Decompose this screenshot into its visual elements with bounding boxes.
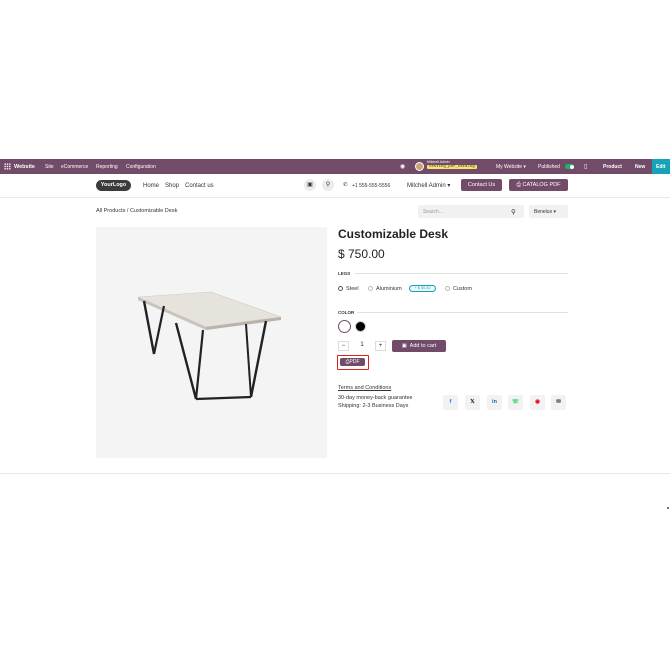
apps-grid-icon[interactable] — [4, 163, 11, 170]
breadcrumb: All Products / Customizable Desk — [96, 208, 177, 214]
publish-toggle[interactable] — [565, 164, 574, 169]
scrollbar-marker[interactable] — [667, 507, 669, 509]
legs-steel-radio[interactable] — [338, 286, 343, 291]
phone-number[interactable]: +1 555-555-5556 — [352, 183, 390, 189]
search-submit-icon[interactable]: ⚲ — [511, 208, 516, 216]
database-badge: testing_pdf_catalog — [427, 165, 477, 169]
x-icon[interactable]: 𝕏 — [465, 395, 480, 410]
breadcrumb-current: Customizable Desk — [129, 208, 178, 214]
desk-illustration — [137, 291, 282, 401]
product-image — [96, 227, 327, 458]
mobile-preview-icon[interactable]: ▯ — [584, 163, 587, 170]
published-label[interactable]: Published — [538, 164, 560, 170]
catalog-pdf-button[interactable]: ⎙ CATALOG PDF — [509, 179, 568, 191]
pdf-button[interactable]: ⎙PDF — [340, 358, 365, 366]
legs-divider — [355, 273, 568, 274]
menu-reporting[interactable]: Reporting — [96, 164, 118, 170]
guarantee-text: 30-day money-back guarantee — [338, 395, 413, 401]
menu-configuration[interactable]: Configuration — [126, 164, 156, 170]
new-button[interactable]: New — [635, 164, 645, 170]
nav-contact-us[interactable]: Contact us — [185, 183, 214, 189]
menu-ecommerce[interactable]: eCommerce — [61, 164, 88, 170]
nav-home[interactable]: Home — [143, 183, 159, 189]
color-black-swatch[interactable] — [355, 321, 366, 332]
pricelist-label: Benelux ▾ — [534, 209, 556, 215]
print-icon: ⎙ — [516, 182, 521, 188]
add-to-cart-label: Add to cart — [409, 343, 437, 349]
bug-icon[interactable]: ◉ — [400, 163, 405, 170]
app-name[interactable]: Website — [14, 164, 35, 170]
facebook-icon[interactable]: f — [443, 395, 458, 410]
qty-decrease-button[interactable]: − — [338, 341, 349, 351]
header-divider — [0, 197, 670, 198]
user-dropdown[interactable]: Mitchell Admin ▾ — [407, 182, 450, 189]
breadcrumb-all-products[interactable]: All Products — [96, 208, 125, 214]
my-website-dropdown[interactable]: My Website ▾ — [496, 164, 526, 170]
whatsapp-icon[interactable]: ☏ — [508, 395, 523, 410]
legs-custom-radio[interactable] — [445, 286, 450, 291]
nav-shop[interactable]: Shop — [165, 183, 179, 189]
phone-icon: ✆ — [343, 182, 348, 188]
legs-label: LEGS — [338, 271, 351, 276]
pdf-label: PDF — [349, 359, 360, 365]
pdf-button-highlight: ⎙PDF — [337, 355, 369, 370]
pinterest-icon[interactable]: ◉ — [530, 395, 545, 410]
breadcrumb-separator: / — [126, 208, 129, 214]
qty-increase-button[interactable]: + — [375, 341, 386, 351]
color-label: COLOR — [338, 310, 355, 315]
product-search[interactable]: Search... ⚲ — [418, 205, 524, 218]
menu-site[interactable]: Site — [45, 164, 54, 170]
contact-us-button[interactable]: Contact Us — [461, 179, 502, 191]
catalog-pdf-label: CATALOG PDF — [522, 182, 561, 188]
aluminium-extra-price: + $ 50.40 — [409, 285, 436, 292]
user-avatar[interactable] — [415, 162, 424, 171]
site-logo[interactable]: YourLogo — [96, 180, 131, 191]
pricelist-dropdown[interactable]: Benelux ▾ — [529, 205, 568, 218]
search-icon[interactable]: ⚲ — [322, 179, 334, 191]
legs-steel-label[interactable]: Steel — [346, 286, 359, 292]
footer-divider — [0, 473, 670, 474]
color-divider — [357, 312, 568, 313]
product-title: Customizable Desk — [338, 227, 449, 241]
edit-button[interactable]: Edit — [652, 159, 670, 174]
edit-label: Edit — [656, 164, 666, 170]
admin-user-name: Mitchell Admin — [427, 160, 450, 164]
product-menu[interactable]: Product — [603, 164, 622, 170]
search-input[interactable]: Search... — [423, 209, 443, 215]
cart-icon[interactable]: ▣ — [304, 179, 316, 191]
color-white-swatch[interactable] — [338, 320, 351, 333]
legs-aluminium-radio[interactable] — [368, 286, 373, 291]
qty-input[interactable]: 1 — [353, 341, 371, 351]
email-icon[interactable]: ✉ — [551, 395, 566, 410]
linkedin-icon[interactable]: in — [487, 395, 502, 410]
cart-icon-small: ▣ — [401, 343, 407, 349]
product-price: $ 750.00 — [338, 247, 385, 261]
shipping-text: Shipping: 2-3 Business Days — [338, 403, 409, 409]
legs-aluminium-label[interactable]: Aluminium — [376, 286, 402, 292]
terms-link[interactable]: Terms and Conditions — [338, 385, 391, 391]
legs-custom-label[interactable]: Custom — [453, 286, 472, 292]
add-to-cart-button[interactable]: ▣ Add to cart — [392, 340, 446, 352]
